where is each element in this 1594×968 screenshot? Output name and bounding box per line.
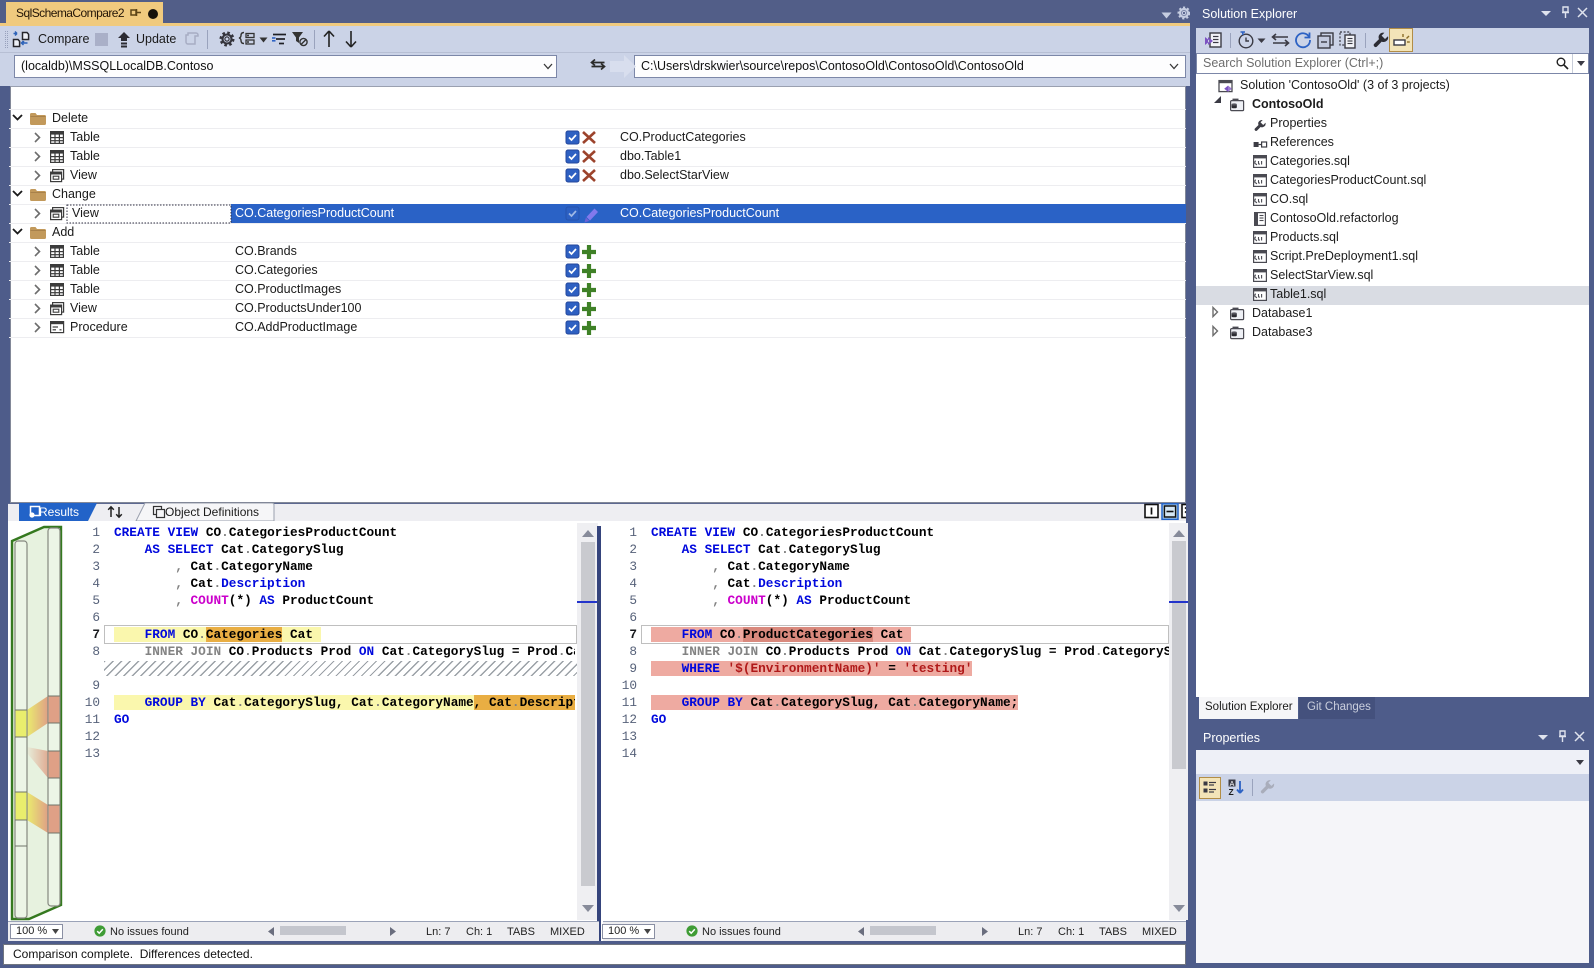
svg-text:Z: Z xyxy=(1229,787,1234,797)
